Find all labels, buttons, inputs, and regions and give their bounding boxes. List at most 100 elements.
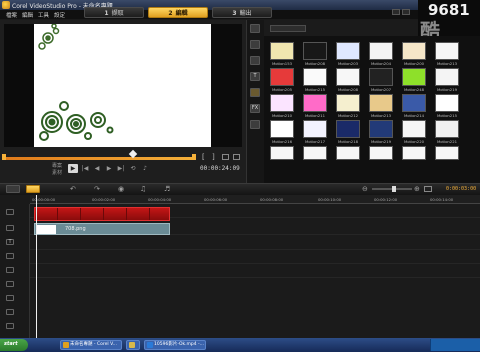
thumbnail-label: Motion217: [304, 139, 326, 144]
trim-start-marker[interactable]: [2, 154, 6, 160]
library-thumbnail[interactable]: [435, 120, 459, 138]
zoom-slider-handle[interactable]: [392, 186, 396, 192]
voice-track[interactable]: [30, 250, 480, 264]
library-thumbnail[interactable]: [369, 68, 393, 86]
timeline-timecode[interactable]: 0:00:03:00: [446, 186, 476, 192]
track-icon[interactable]: [6, 309, 14, 315]
library-thumbnail[interactable]: [435, 68, 459, 86]
record-capture-icon[interactable]: ◉: [118, 185, 124, 193]
library-thumbnail[interactable]: [402, 120, 426, 138]
volume-icon[interactable]: ♪: [140, 164, 150, 173]
track-icon[interactable]: [6, 295, 14, 301]
auto-music-icon[interactable]: ♬: [164, 185, 170, 193]
menu-settings[interactable]: 設定: [54, 11, 65, 19]
library-thumbnail[interactable]: [336, 120, 360, 138]
library-thumbnail[interactable]: [336, 42, 360, 60]
menu-file[interactable]: 檔案: [6, 11, 17, 19]
library-thumbnail[interactable]: [435, 146, 459, 160]
thumbnail-label: Motion220: [403, 139, 425, 144]
minimize-button[interactable]: [392, 9, 400, 15]
fit-project-icon[interactable]: [424, 186, 432, 192]
music-track[interactable]: [30, 264, 480, 278]
overlay-track-icon[interactable]: [6, 225, 14, 231]
photo-icon[interactable]: [250, 56, 260, 65]
title-track-icon[interactable]: T: [6, 239, 14, 245]
library-thumbnail[interactable]: [369, 120, 393, 138]
library-thumbnail[interactable]: [435, 42, 459, 60]
menu-tools[interactable]: 工具: [38, 11, 49, 19]
zoom-out-icon[interactable]: ⊖: [362, 185, 368, 193]
media-icon[interactable]: [250, 24, 260, 33]
fx-icon[interactable]: FX: [250, 104, 260, 113]
clip-mode-label[interactable]: 素材: [52, 169, 62, 176]
timeline-view-button[interactable]: [26, 185, 40, 193]
preview-timecode[interactable]: 00:00:24:09: [200, 165, 240, 172]
taskbar-folder[interactable]: [126, 340, 140, 350]
gallery-dropdown[interactable]: [270, 25, 306, 32]
library-thumbnail[interactable]: [303, 68, 327, 86]
title-icon[interactable]: T: [250, 72, 260, 81]
mark-out-button[interactable]: ]: [212, 153, 215, 161]
video-icon[interactable]: [250, 40, 260, 49]
library-thumbnail[interactable]: [435, 94, 459, 112]
sound-mixer-icon[interactable]: ♫: [140, 185, 146, 193]
photo-clip[interactable]: 708.png: [34, 223, 170, 235]
ruler-tick: 00:00:04:00: [148, 197, 172, 202]
track-icon[interactable]: [6, 281, 14, 287]
play-button[interactable]: ▶: [68, 164, 78, 173]
end-button[interactable]: ▶|: [116, 164, 126, 173]
voice-track-icon[interactable]: [6, 253, 14, 259]
enlarge-preview-icon[interactable]: [233, 154, 240, 160]
library-thumbnail[interactable]: [402, 68, 426, 86]
tab-share[interactable]: 3 輸出: [212, 7, 272, 18]
library-thumbnail[interactable]: [336, 146, 360, 160]
zoom-in-icon[interactable]: ⊕: [414, 185, 420, 193]
music-track-icon[interactable]: [6, 267, 14, 273]
filter-icon[interactable]: [250, 120, 260, 129]
undo-icon[interactable]: ↶: [70, 185, 76, 193]
redo-icon[interactable]: ↷: [94, 185, 100, 193]
tab-capture[interactable]: 1 擷取: [84, 7, 144, 18]
video-clip[interactable]: [34, 207, 170, 221]
thumbnail-label: Motion213: [436, 61, 458, 66]
library-thumbnail[interactable]: [270, 68, 294, 86]
taskbar-app[interactable]: 未命名專題 - Corel V...: [60, 340, 122, 350]
title-track[interactable]: [30, 236, 480, 250]
maximize-button[interactable]: [402, 9, 410, 15]
next-frame-button[interactable]: ▶: [104, 164, 114, 173]
library-thumbnail[interactable]: [336, 68, 360, 86]
storyboard-view-button[interactable]: [6, 185, 20, 193]
library-thumbnail[interactable]: [336, 94, 360, 112]
library-thumbnail[interactable]: [303, 94, 327, 112]
track-icon[interactable]: [6, 323, 14, 329]
trim-end-marker[interactable]: [192, 154, 196, 160]
graphic-icon[interactable]: [250, 88, 260, 97]
library-thumbnail[interactable]: [369, 146, 393, 160]
previous-frame-button[interactable]: ◀: [92, 164, 102, 173]
mark-in-button[interactable]: [: [202, 153, 205, 161]
library-thumbnail[interactable]: [270, 146, 294, 160]
library-thumbnail[interactable]: [402, 42, 426, 60]
library-thumbnail[interactable]: [270, 42, 294, 60]
taskbar-video[interactable]: 10596影片-Ok.mp4 -...: [144, 340, 206, 350]
repeat-icon[interactable]: ⟲: [128, 164, 138, 173]
preview-letterbox-right: [211, 24, 242, 147]
start-button[interactable]: start: [0, 339, 28, 351]
library-thumbnail[interactable]: [303, 120, 327, 138]
split-clip-icon[interactable]: [222, 154, 229, 160]
library-thumbnail[interactable]: [270, 94, 294, 112]
library-thumbnail[interactable]: [270, 120, 294, 138]
library-thumbnail[interactable]: [402, 94, 426, 112]
thumbnail-label: Motion219: [436, 87, 458, 92]
project-mode-label[interactable]: 專案: [52, 162, 62, 169]
tab-edit[interactable]: 2 編輯: [148, 7, 208, 18]
playhead[interactable]: [36, 195, 37, 338]
library-thumbnail[interactable]: [402, 146, 426, 160]
home-button[interactable]: |◀: [80, 164, 90, 173]
library-thumbnail[interactable]: [369, 42, 393, 60]
library-thumbnail[interactable]: [369, 94, 393, 112]
library-thumbnail[interactable]: [303, 42, 327, 60]
video-track-icon[interactable]: [6, 209, 14, 215]
library-thumbnail[interactable]: [303, 146, 327, 160]
menu-edit[interactable]: 編輯: [22, 11, 33, 19]
